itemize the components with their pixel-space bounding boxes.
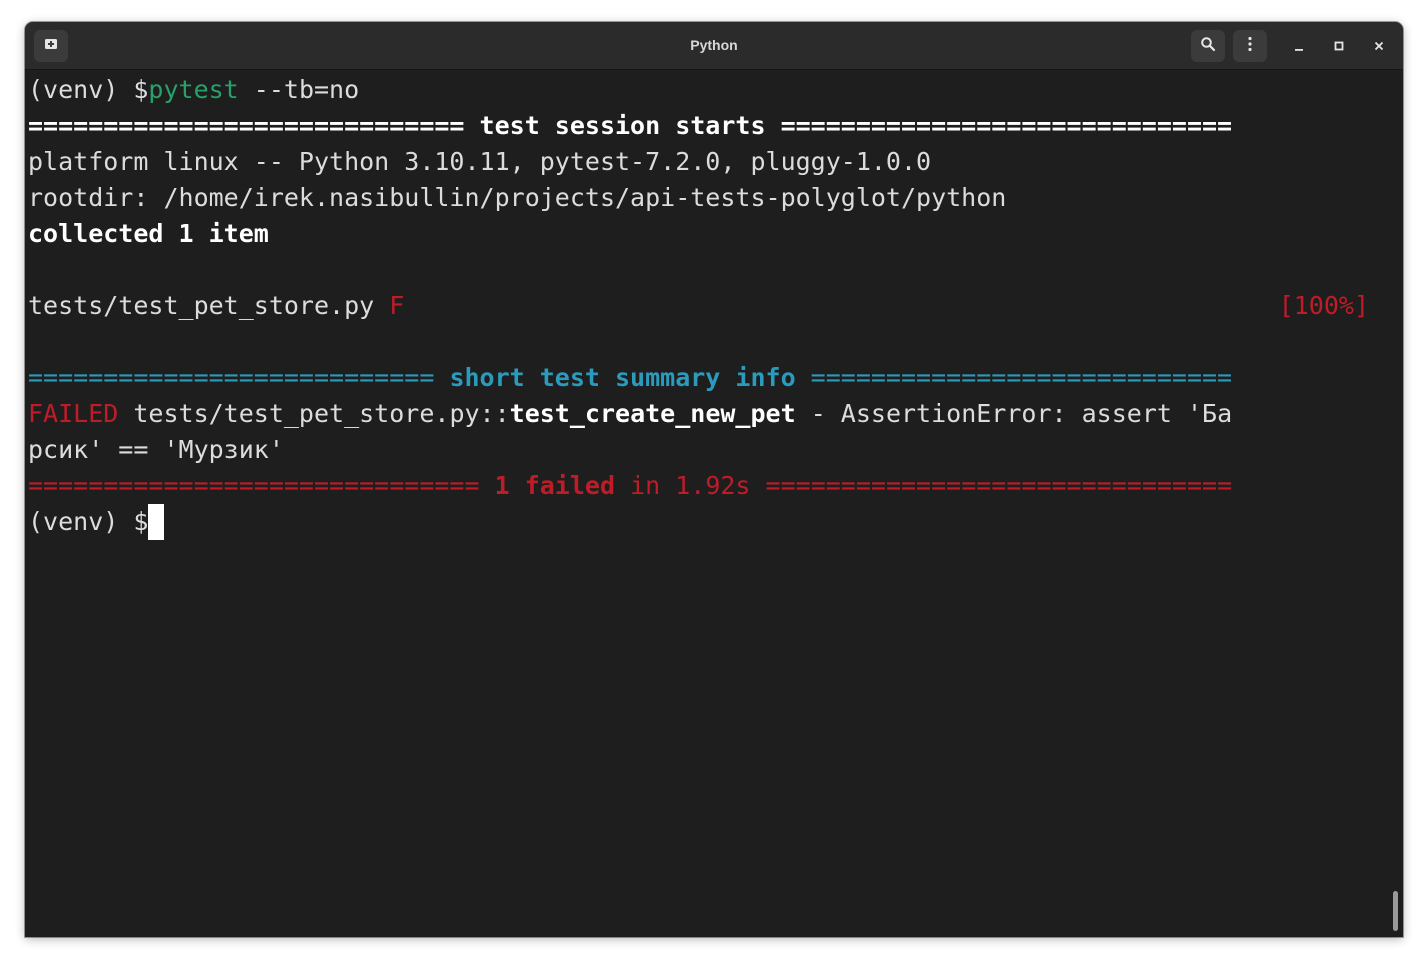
title-bar: Python xyxy=(25,22,1403,70)
failed-path: tests/test_pet_store.py:: xyxy=(118,399,510,428)
maximize-button[interactable] xyxy=(1322,30,1356,62)
scrollbar-thumb[interactable] xyxy=(1393,891,1398,931)
terminal-output[interactable]: (venv) $pytest --tb=no =================… xyxy=(25,70,1389,937)
close-button[interactable] xyxy=(1362,30,1396,62)
test-progress-line: tests/test_pet_store.py F [100%] xyxy=(25,288,1389,324)
terminal-window: Python (venv) $pytest --tb=no ==========… xyxy=(25,22,1403,937)
rootdir-line: rootdir: /home/irek.nasibullin/projects/… xyxy=(28,183,1007,212)
search-button[interactable] xyxy=(1191,30,1225,62)
command-args: --tb=no xyxy=(238,75,360,104)
command-line: (venv) $pytest --tb=no xyxy=(25,72,1389,108)
result-time: in 1.92s xyxy=(615,471,751,500)
maximize-icon xyxy=(1333,37,1345,56)
minimize-icon xyxy=(1293,37,1305,56)
session-start-line: ============================= test sessi… xyxy=(28,111,1233,140)
failed-label: FAILED xyxy=(28,399,119,428)
platform-line: platform linux -- Python 3.10.11, pytest… xyxy=(28,147,932,176)
minimize-button[interactable] xyxy=(1282,30,1316,62)
failed-message-continuation: рсик' == 'Мурзик' xyxy=(28,435,284,464)
command-name: pytest xyxy=(148,75,239,104)
result-line: ============================== 1 failed … xyxy=(25,468,1389,504)
text-cursor xyxy=(148,504,165,540)
final-prompt: (venv) $ xyxy=(28,507,149,536)
prompt: (venv) $ xyxy=(28,75,149,104)
menu-button[interactable] xyxy=(1233,30,1267,62)
collected-line: collected 1 item xyxy=(28,219,269,248)
result-failed-count: 1 failed xyxy=(494,471,616,500)
summary-separator-left: =========================== xyxy=(28,363,450,392)
search-icon xyxy=(1200,36,1216,56)
scrollbar[interactable] xyxy=(1389,70,1401,937)
failed-message: - AssertionError: assert 'Ба xyxy=(795,399,1233,428)
summary-title: short test summary info xyxy=(449,363,796,392)
close-icon xyxy=(1373,37,1385,56)
test-file: tests/test_pet_store.py xyxy=(28,291,375,320)
summary-header-line: =========================== short test s… xyxy=(25,360,1389,396)
kebab-menu-icon xyxy=(1242,36,1258,56)
test-result: F xyxy=(389,291,405,320)
result-separator-right: =============================== xyxy=(750,471,1233,500)
result-separator-left: ============================== xyxy=(28,471,495,500)
test-percent: [100%] xyxy=(1278,291,1369,320)
final-prompt-line[interactable]: (venv) $ xyxy=(25,504,1389,540)
failed-test-line: FAILED tests/test_pet_store.py::test_cre… xyxy=(25,396,1389,432)
summary-separator-right: ============================ xyxy=(795,363,1233,392)
failed-test-name: test_create_new_pet xyxy=(509,399,796,428)
